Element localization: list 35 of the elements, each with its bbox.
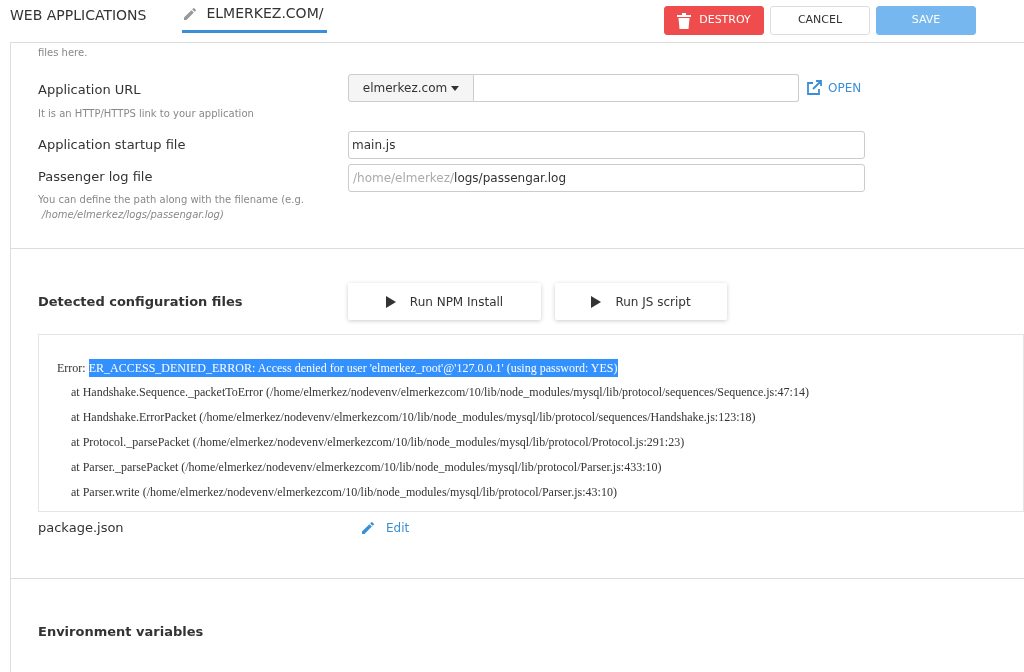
caret-icon <box>451 85 460 91</box>
hint-text: It is an HTTP/HTTPS link to your application <box>38 106 255 121</box>
field-label: Application startup file <box>38 135 187 154</box>
domain-dropdown[interactable]: elmerkez.com <box>348 74 474 102</box>
stack-trace-line: at Protocol._parsePacket (/home/elmerkez/nodevenv/elmerkezcom/10/lib/node_modules/mysql/lib/protocol/Protocol.js:291:23) <box>70 434 685 451</box>
trash-icon <box>677 12 692 29</box>
breadcrumb-title[interactable]: WEB APPLICATIONS <box>10 5 147 26</box>
stack-trace-line: at Handshake.ErrorPacket (/home/elmerkez/nodevenv/elmerkezcom/10/lib/node_modules/mysql/lib/protocol/sequences/Handshake.js:123:18) <box>70 409 756 426</box>
external-link-icon <box>806 80 822 96</box>
run-button[interactable]: Run NPM Install <box>348 283 541 320</box>
url-input[interactable] <box>474 74 799 102</box>
pencil-icon <box>182 5 199 22</box>
field-label: Passenger log file <box>38 167 154 186</box>
hint-text: files here. <box>38 46 89 60</box>
play-icon <box>591 295 602 308</box>
cancel-button[interactable]: CANCEL <box>770 6 870 35</box>
tab-label: ELMERKEZ.COM/ <box>206 4 324 23</box>
section-title: Detected configuration files <box>38 292 244 311</box>
stack-trace-line: at Parser._parsePacket (/home/elmerkez/nodevenv/elmerkezcom/10/lib/node_modules/mysql/lib/protocol/Parser.js:433:10) <box>70 459 662 476</box>
hint-text: You can define the path along with the filename (e.g. <box>38 193 305 207</box>
selected-text: ER_ACCESS_DENIED_ERROR: Access denied for user 'elmerkez_root'@'127.0.0.1' (using password: YES) <box>88 358 618 377</box>
log-file-input[interactable]: /home/elmerkez/logs/passengar.log <box>348 163 865 192</box>
startup-file-input[interactable]: main.js <box>348 130 865 159</box>
field-label: Application URL <box>38 81 142 99</box>
stack-trace-line: at Parser.write (/home/elmerkez/nodevenv/elmerkezcom/10/lib/node_modules/mysql/lib/protocol/Parser.js:43:10) <box>70 484 617 501</box>
pencil-icon <box>360 519 376 536</box>
file-name: package.json <box>38 519 125 537</box>
section-title: Environment variables <box>38 623 204 639</box>
destroy-button[interactable]: DESTROY <box>664 6 764 35</box>
stack-trace-line: at Handshake.Sequence._packetToError (/home/elmerkez/nodevenv/elmerkezcom/10/lib/node_modules/mysql/lib/protocol/sequences/Sequence.js:47:14) <box>70 384 809 401</box>
run-button[interactable]: Run JS script <box>555 283 727 320</box>
error-label: Error: <box>57 359 86 377</box>
play-icon <box>385 295 396 308</box>
edit-tab[interactable]: ELMERKEZ.COM/ <box>182 3 328 33</box>
hint-path: /home/elmerkez/logs/passengar.log) <box>42 208 225 222</box>
